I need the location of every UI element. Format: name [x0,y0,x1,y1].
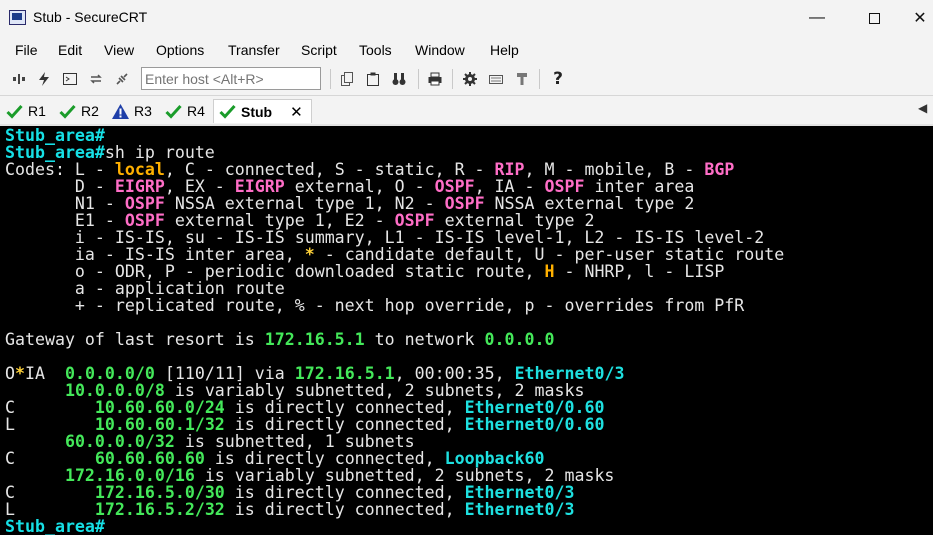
terminal-line: Stub_area# [5,127,105,144]
terminal-line: L 172.16.5.2/32 is directly connected, E… [5,501,574,518]
terminal-line: a - application route [5,280,285,297]
terminal-line: + - replicated route, % - next hop overr… [5,297,744,314]
tab-close-icon[interactable]: ✕ [290,103,303,121]
warning-triangle-icon [112,103,129,119]
reconnect-icon[interactable] [87,70,105,88]
tab-r2[interactable]: R2 [59,99,99,123]
terminal-iface: Ethernet0/0.60 [464,415,605,434]
toolbar-separator [330,69,331,89]
connected-check-icon [6,104,23,119]
terminal-line: N1 - OSPF NSSA external type 1, N2 - OSP… [5,195,694,212]
terminal-kw-pink: BGP [704,160,735,179]
toolbar: ? [0,64,933,94]
terminal-output[interactable]: Stub_area# Stub_area#sh ip route Codes: L … [0,124,933,535]
menu-transfer[interactable]: Transfer [228,42,280,58]
print-icon[interactable] [426,70,444,88]
terminal-line: i - IS-IS, su - IS-IS summary, L1 - IS-I… [5,229,764,246]
terminal-line: Stub_area#sh ip route [5,144,215,161]
tab-label: R3 [134,103,152,119]
terminal-text: is directly connected, [224,500,465,519]
terminal-line: o - ODR, P - periodic downloaded static … [5,263,724,280]
session-tab-bar: R1 R2 R3 R4 Stub ✕ ◀ [0,95,933,123]
tab-r1[interactable]: R1 [6,99,46,123]
keymap-icon[interactable] [487,70,505,88]
connect-bar-icon[interactable] [10,70,28,88]
terminal-line: Stub_area# [5,518,105,535]
quick-connect-icon[interactable] [35,70,53,88]
terminal-ip: 172.16.5.1 [264,330,365,349]
minimize-button[interactable]: — [794,0,840,36]
window-title: Stub - SecureCRT [33,9,148,25]
terminal-prompt: Stub_area# [5,517,105,535]
terminal-line: C 172.16.5.0/30 is directly connected, E… [5,484,574,501]
paste-icon[interactable] [364,70,382,88]
menu-script[interactable]: Script [301,42,337,58]
find-icon[interactable] [390,70,408,88]
terminal-line: C 60.60.60.60 is directly connected, Loo… [5,450,545,467]
tab-label: R1 [28,103,46,119]
connect-tab-icon[interactable] [61,70,79,88]
menu-bar: File Edit View Options Transfer Script T… [0,38,933,62]
menu-options[interactable]: Options [156,42,204,58]
tab-scroll-left-icon[interactable]: ◀ [918,101,927,115]
terminal-line: L 10.60.60.1/32 is directly connected, E… [5,416,604,433]
maximize-button[interactable] [851,0,897,36]
terminal-ip: 172.16.5.2/32 [94,500,225,519]
menu-window[interactable]: Window [415,42,465,58]
terminal-text: Gateway of last resort is [5,330,265,349]
menu-edit[interactable]: Edit [58,42,82,58]
tab-label: R4 [187,103,205,119]
tab-label: R2 [81,103,99,119]
title-bar: Stub - SecureCRT — ✕ [0,0,933,36]
terminal-text: to network [364,330,485,349]
tab-r4[interactable]: R4 [165,99,205,123]
terminal-line: O*IA 0.0.0.0/0 [110/11] via 172.16.5.1, … [5,365,624,382]
tab-r3[interactable]: R3 [111,99,152,123]
close-window-button[interactable]: ✕ [897,0,933,36]
maximize-icon [868,12,880,24]
toolbar-separator [452,69,453,89]
disconnect-icon[interactable] [113,70,131,88]
settings-gear-icon[interactable] [461,70,479,88]
help-icon[interactable]: ? [549,69,567,89]
terminal-ip: 0.0.0.0 [484,330,555,349]
tab-stub[interactable]: Stub ✕ [213,99,312,123]
terminal-line: 10.0.0.0/8 is variably subnetted, 2 subn… [5,382,585,399]
connected-check-icon [219,104,236,119]
keychain-icon[interactable] [513,70,531,88]
terminal-iface: Ethernet0/3 [464,500,575,519]
toolbar-separator [539,69,540,89]
terminal-kw-orange: H [544,262,555,281]
connected-check-icon [165,104,182,119]
menu-tools[interactable]: Tools [359,42,392,58]
terminal-line: Codes: L - local, C - connected, S - sta… [5,161,734,178]
copy-icon[interactable] [338,70,356,88]
connected-check-icon [59,104,76,119]
host-input[interactable] [141,67,321,90]
terminal-line: E1 - OSPF external type 1, E2 - OSPF ext… [5,212,595,229]
terminal-line: ia - IS-IS inter area, * - candidate def… [5,246,784,263]
terminal-line: Gateway of last resort is 172.16.5.1 to … [5,331,554,348]
tab-label: Stub [241,103,273,120]
terminal-text: + - replicated route, % - next hop overr… [5,296,745,315]
terminal-line: C 10.60.60.0/24 is directly connected, E… [5,399,604,416]
terminal-line: 172.16.0.0/16 is variably subnetted, 2 s… [5,467,614,484]
terminal-line: D - EIGRP, EX - EIGRP external, O - OSPF… [5,178,694,195]
menu-file[interactable]: File [15,42,38,58]
terminal-line: 60.0.0.0/32 is subnetted, 1 subnets [5,433,415,450]
toolbar-separator [418,69,419,89]
securecrt-app-icon [9,10,26,25]
menu-help[interactable]: Help [490,42,519,58]
menu-view[interactable]: View [104,42,134,58]
terminal-text: - NHRP, l - LISP [554,262,725,281]
